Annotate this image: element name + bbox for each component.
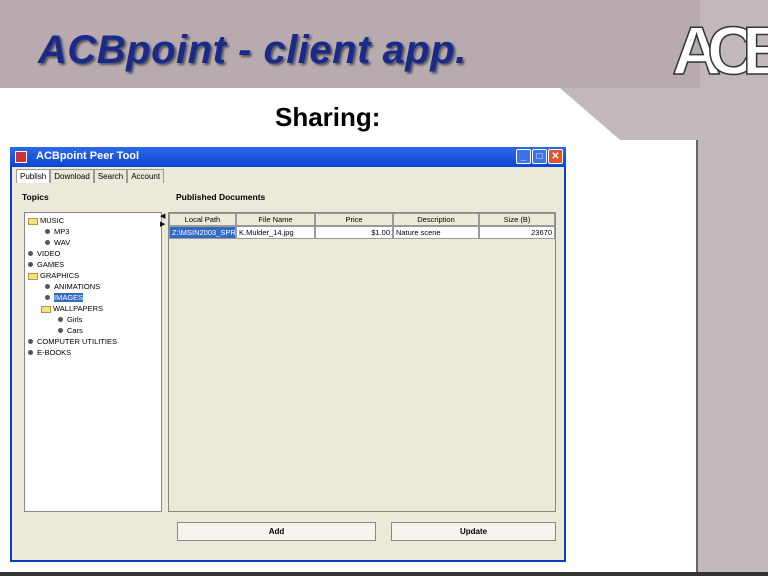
col-size[interactable]: Size (B) — [479, 213, 555, 226]
tree-node-label: MP3 — [54, 227, 70, 236]
tree-node[interactable]: COMPUTER UTILITIES — [28, 337, 117, 346]
leaf-bullet-icon — [28, 350, 33, 355]
update-button[interactable]: Update — [391, 522, 556, 541]
tree-node[interactable]: GRAPHICS — [28, 271, 79, 280]
table-row[interactable]: Z:\MSIN2003_SPR... K.Mulder_14.jpg $1.00… — [169, 226, 555, 239]
cell-price[interactable]: $1.00 — [315, 226, 393, 239]
tree-node[interactable]: GAMES — [28, 260, 64, 269]
slide-title: ACBpoint - client app. — [38, 28, 467, 72]
topics-tree[interactable]: MUSIC MP3 WAV VIDEO GAMES GRAPHICS ANIMATIONS I… — [24, 212, 162, 512]
tree-node-label: WAV — [54, 238, 71, 247]
title-bar: ACBpoint Peer Tool _ □ ✕ — [10, 147, 566, 167]
tree-node-label: COMPUTER UTILITIES — [37, 337, 118, 346]
tree-node[interactable]: Cars — [58, 326, 83, 335]
split-pane-arrows[interactable]: ◀ ▶ — [160, 213, 165, 229]
col-file-name[interactable]: File Name — [236, 213, 315, 226]
app-window: ACBpoint Peer Tool _ □ ✕ Publish Downloa… — [10, 147, 566, 562]
col-local-path[interactable]: Local Path — [169, 213, 236, 226]
leaf-bullet-icon — [45, 284, 50, 289]
tree-node-label: VIDEO — [37, 249, 61, 258]
leaf-bullet-icon — [28, 339, 33, 344]
close-button[interactable]: ✕ — [548, 149, 563, 164]
tree-node[interactable]: VIDEO — [28, 249, 60, 258]
tree-node[interactable]: Girls — [58, 315, 82, 324]
tree-node-label: Girls — [67, 315, 83, 324]
folder-icon — [41, 305, 51, 313]
tab-download[interactable]: Download — [50, 169, 94, 183]
leaf-bullet-icon — [58, 328, 63, 333]
tree-node[interactable]: WAV — [45, 238, 70, 247]
tab-bar: Publish Download Search Account — [16, 169, 165, 183]
table-header: Local Path File Name Price Description S… — [169, 213, 555, 226]
tab-publish[interactable]: Publish — [16, 169, 51, 183]
leaf-bullet-icon — [45, 240, 50, 245]
leaf-bullet-icon — [45, 229, 50, 234]
tree-node[interactable]: IMAGES — [45, 293, 84, 302]
window-title: ACBpoint Peer Tool — [36, 150, 140, 162]
tree-node-label: ANIMATIONS — [54, 282, 101, 291]
tree-node[interactable]: E-BOOKS — [28, 348, 71, 357]
tree-node-label: IMAGES — [54, 293, 84, 302]
tree-node-label: WALLPAPERS — [53, 304, 104, 313]
acb-logo: ACB — [671, 12, 768, 90]
col-description[interactable]: Description — [393, 213, 479, 226]
folder-icon — [28, 217, 38, 225]
tree-node-label: E-BOOKS — [37, 348, 72, 357]
leaf-bullet-icon — [28, 262, 33, 267]
leaf-bullet-icon — [45, 295, 50, 300]
add-button[interactable]: Add — [177, 522, 376, 541]
published-documents-label: Published Documents — [176, 192, 266, 202]
tree-node[interactable]: ANIMATIONS — [45, 282, 100, 291]
tab-search[interactable]: Search — [93, 169, 128, 183]
tree-node-label: GAMES — [37, 260, 65, 269]
leaf-bullet-icon — [28, 251, 33, 256]
app-icon — [15, 151, 27, 163]
topics-label: Topics — [22, 192, 49, 202]
tree-node[interactable]: MP3 — [45, 227, 69, 236]
slide-subtitle: Sharing: — [275, 102, 381, 132]
maximize-button[interactable]: □ — [532, 149, 547, 164]
documents-table: Local Path File Name Price Description S… — [168, 212, 556, 512]
tree-node[interactable]: WALLPAPERS — [41, 304, 103, 313]
cell-file-name[interactable]: K.Mulder_14.jpg — [236, 226, 315, 239]
leaf-bullet-icon — [58, 317, 63, 322]
cell-description[interactable]: Nature scene — [393, 226, 479, 239]
cell-local-path[interactable]: Z:\MSIN2003_SPR... — [169, 226, 236, 239]
tree-node-label: GRAPHICS — [40, 271, 80, 280]
tree-node[interactable]: MUSIC — [28, 216, 64, 225]
tree-node-label: MUSIC — [40, 216, 65, 225]
folder-icon — [28, 272, 38, 280]
col-price[interactable]: Price — [315, 213, 393, 226]
cell-size[interactable]: 23670 — [479, 226, 555, 239]
minimize-button[interactable]: _ — [516, 149, 531, 164]
tab-account[interactable]: Account — [127, 169, 165, 183]
tree-node-label: Cars — [67, 326, 83, 335]
